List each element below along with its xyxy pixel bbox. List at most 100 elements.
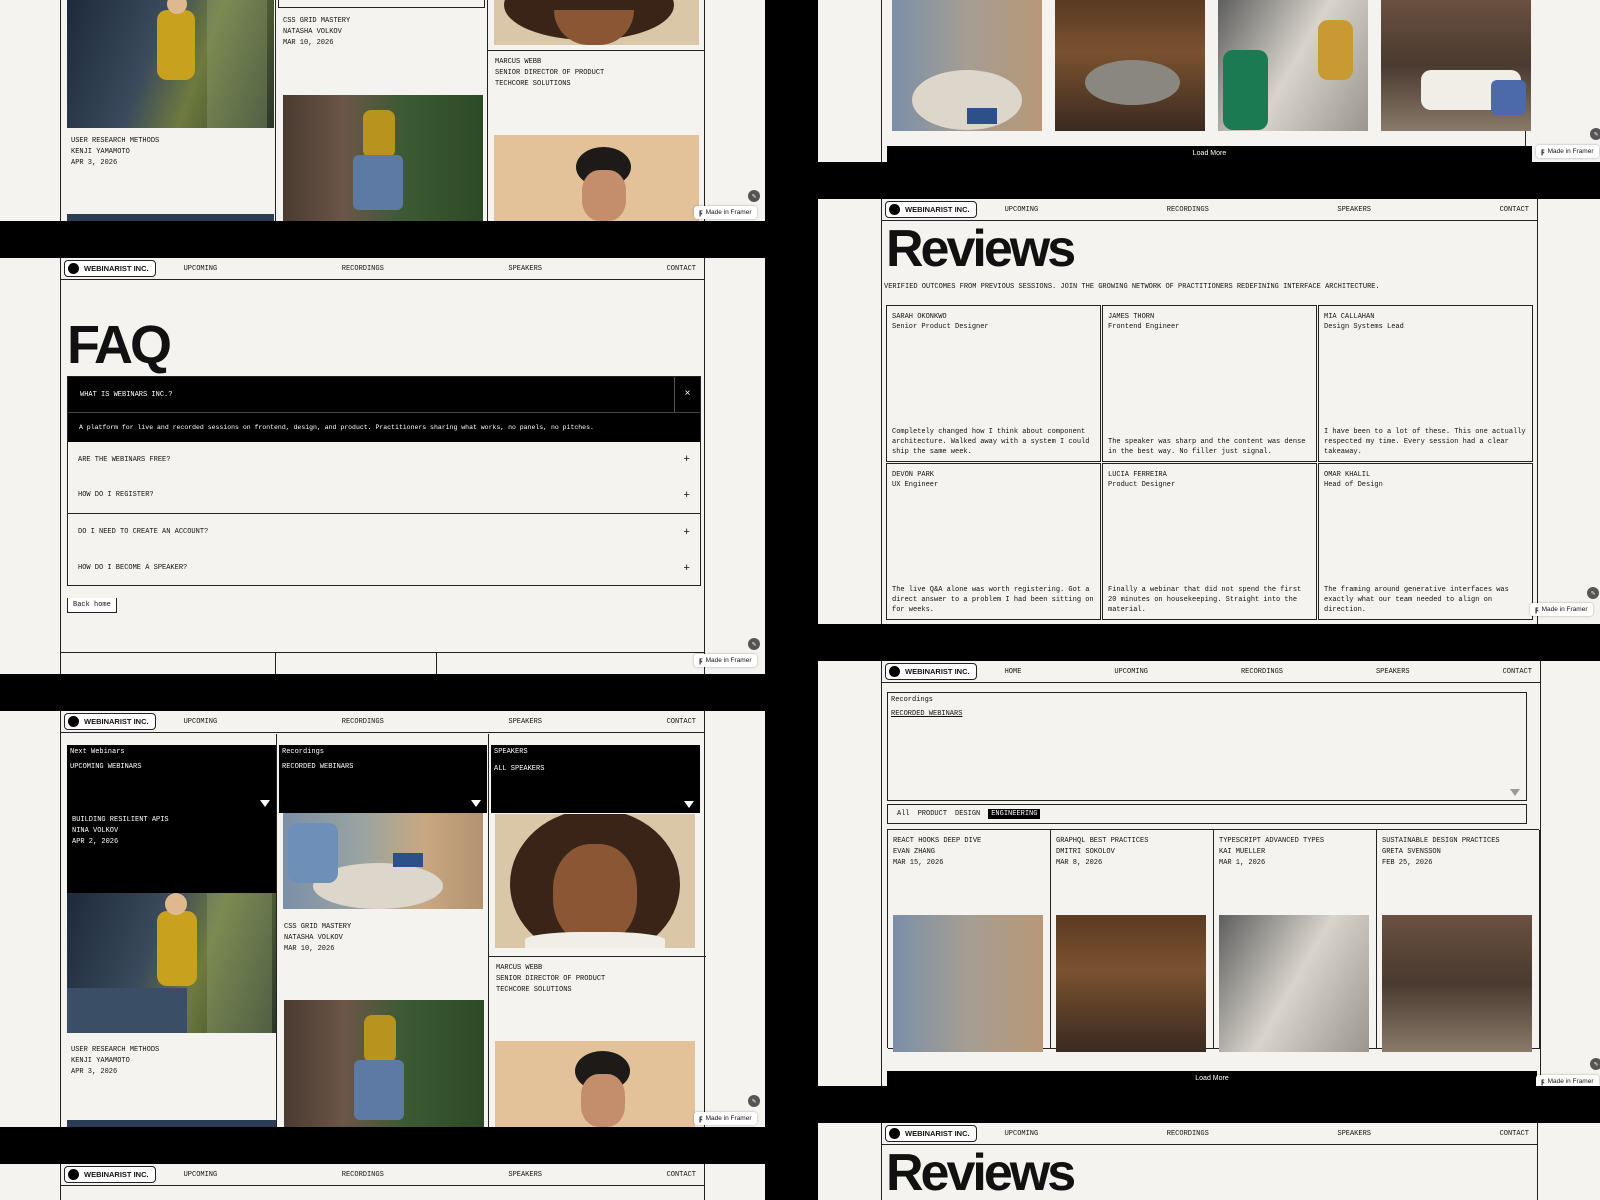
filter-design[interactable]: DESIGN [955, 810, 980, 818]
upcoming-item-2[interactable]: USER RESEARCH METHODS KENJI YAMAMOTO APR… [71, 1045, 159, 1078]
footer-divider [436, 652, 437, 674]
chevron-down-icon[interactable] [471, 800, 481, 807]
nav-contact[interactable]: CONTACT [667, 718, 696, 726]
plus-icon[interactable]: + [683, 490, 690, 502]
review-card: DEVON PARK UX Engineer The live Q&A alone … [886, 463, 1101, 620]
card-title: SUSTAINABLE DESIGN PRACTICES [1382, 837, 1500, 845]
nav-speakers[interactable]: SPEAKERS [508, 1171, 542, 1179]
nav-links: UPCOMING RECORDINGS SPEAKERS CONTACT [156, 1171, 704, 1179]
nav-recordings[interactable]: RECORDINGS [1167, 1130, 1209, 1138]
chevron-down-icon[interactable] [684, 801, 694, 808]
site-logo[interactable]: WEBINARIST INC. [64, 1166, 156, 1183]
nav-upcoming[interactable]: UPCOMING [1114, 668, 1148, 676]
recording-item[interactable]: CSS GRID MASTERY NATASHA VOLKOV MAR 10, … [283, 16, 350, 49]
site-logo[interactable]: WEBINARIST INC. [64, 260, 156, 277]
nav-speakers[interactable]: SPEAKERS [1376, 668, 1410, 676]
speaker-item[interactable]: MARCUS WEBB SENIOR DIRECTOR OF PRODUCT T… [495, 57, 604, 90]
nav-speakers[interactable]: SPEAKERS [1337, 206, 1371, 214]
logo-text: WEBINARIST INC. [84, 1170, 149, 1179]
recording-card[interactable]: GRAPHQL BEST PRACTICES DMITRI SOKOLOV MAR … [1051, 830, 1214, 1052]
card-text: SUSTAINABLE DESIGN PRACTICES GRETA SVENSS… [1382, 836, 1500, 869]
nav-contact[interactable]: CONTACT [1500, 1130, 1529, 1138]
close-icon[interactable]: × [674, 377, 700, 412]
nav-contact[interactable]: CONTACT [1500, 206, 1529, 214]
back-home-link[interactable]: Back home [67, 598, 117, 613]
nav-upcoming[interactable]: UPCOMING [184, 265, 218, 273]
made-in-framer-badge[interactable]: ϝ Made in Framer [694, 654, 757, 667]
nav-links: UPCOMING RECORDINGS SPEAKERS CONTACT [156, 718, 704, 726]
top-nav: WEBINARIST INC. UPCOMING RECORDINGS SPEA… [882, 199, 1537, 221]
chevron-down-icon[interactable] [1510, 789, 1520, 796]
recording-card[interactable]: SUSTAINABLE DESIGN PRACTICES GRETA SVENSS… [1377, 830, 1540, 1052]
recording-card[interactable]: REACT HOOKS DEEP DIVE EVAN ZHANG MAR 15, 2… [888, 830, 1051, 1052]
reviewer-name: DEVON PARK [892, 471, 935, 479]
nav-home[interactable]: HOME [1005, 668, 1022, 676]
load-more-button[interactable]: Load More [887, 1071, 1537, 1086]
made-in-framer-badge[interactable]: ϝ Made in Framer [1530, 603, 1593, 616]
recording-item[interactable]: CSS GRID MASTERY NATASHA VOLKOV MAR 10, … [284, 922, 351, 955]
recordings-header[interactable]: Recordings RECORDED WEBINARS [279, 745, 487, 813]
upcoming-item-1[interactable]: BUILDING RESILIENT APIS NINA VOLKOV APR … [72, 815, 169, 848]
screenshot-home-top: USER RESEARCH METHODS KENJI YAMAMOTO APR… [0, 0, 765, 221]
edit-icon[interactable]: ✎ [748, 638, 760, 650]
reviewer-name: OMAR KHALIL [1324, 471, 1371, 479]
site-logo[interactable]: WEBINARIST INC. [885, 1125, 977, 1142]
nav-upcoming[interactable]: UPCOMING [1005, 206, 1039, 214]
speakers-header[interactable]: SPEAKERS ALL SPEAKERS [491, 745, 700, 813]
site-logo[interactable]: WEBINARIST INC. [885, 201, 977, 218]
page-title: Reviews [886, 220, 1076, 278]
load-more-button[interactable]: Load More [887, 146, 1532, 162]
filter-engineering[interactable]: ENGINEERING [988, 809, 1041, 819]
reviewer-name: LUCIA FERREIRA [1108, 471, 1167, 479]
nav-recordings[interactable]: RECORDINGS [342, 1171, 384, 1179]
site-logo[interactable]: WEBINARIST INC. [885, 663, 977, 680]
nav-speakers[interactable]: SPEAKERS [508, 718, 542, 726]
faq-item[interactable]: ARE THE WEBINARS FREE? HOW DO I REGISTER… [68, 442, 700, 514]
nav-recordings[interactable]: RECORDINGS [1167, 206, 1209, 214]
site-logo[interactable]: WEBINARIST INC. [64, 713, 156, 730]
made-in-framer-badge[interactable]: ϝ Made in Framer [694, 206, 757, 219]
nav-upcoming[interactable]: UPCOMING [184, 1171, 218, 1179]
page-frame: WEBINARIST INC. UPCOMING RECORDINGS SPEA… [60, 711, 706, 1127]
nav-recordings[interactable]: RECORDINGS [342, 265, 384, 273]
made-in-framer-badge[interactable]: ϝ Made in Framer [1536, 1075, 1599, 1086]
recording-card[interactable]: TYPESCRIPT ADVANCED TYPES KAI MUELLER MAR … [1214, 830, 1377, 1052]
edit-icon[interactable]: ✎ [1590, 1058, 1600, 1070]
plus-icon[interactable]: + [683, 454, 690, 466]
logo-text: WEBINARIST INC. [905, 205, 970, 214]
page-frame: WEBINARIST INC. HOME UPCOMING RECORDINGS… [881, 661, 1541, 1086]
nav-recordings[interactable]: RECORDINGS [342, 718, 384, 726]
nav-upcoming[interactable]: UPCOMING [1005, 1130, 1039, 1138]
nav-contact[interactable]: CONTACT [1503, 668, 1532, 676]
nav-upcoming[interactable]: UPCOMING [184, 718, 218, 726]
speaker-name: MARCUS WEBB [496, 964, 543, 972]
photo-next [67, 1120, 276, 1127]
speaker-item[interactable]: MARCUS WEBB SENIOR DIRECTOR OF PRODUCT T… [496, 963, 605, 996]
filter-product[interactable]: PRODUCT [918, 810, 947, 818]
made-in-framer-badge[interactable]: ϝ Made in Framer [1536, 145, 1599, 158]
speaker-company: TECHCORE SOLUTIONS [495, 80, 571, 88]
card-speaker: KAI MUELLER [1219, 848, 1266, 856]
edit-icon[interactable]: ✎ [1587, 587, 1599, 599]
filter-all[interactable]: All [897, 810, 910, 818]
faq-item[interactable]: DO I NEED TO CREATE AN ACCOUNT? HOW DO I… [68, 514, 700, 586]
chevron-down-icon[interactable] [260, 800, 270, 807]
made-in-framer-label: Made in Framer [1547, 148, 1594, 155]
page-frame: WEBINARIST INC. UPCOMING RECORDINGS SPEA… [881, 199, 1538, 624]
nav-contact[interactable]: CONTACT [667, 1171, 696, 1179]
nav-recordings[interactable]: RECORDINGS [1241, 668, 1283, 676]
upcoming-item-2[interactable]: USER RESEARCH METHODS KENJI YAMAMOTO APR… [71, 136, 159, 169]
screenshot-reviews-top: WEBINARIST INC. UPCOMING RECORDINGS SPEA… [818, 1123, 1600, 1200]
edit-icon[interactable]: ✎ [748, 1095, 760, 1107]
made-in-framer-badge[interactable]: ϝ Made in Framer [694, 1112, 757, 1125]
faq-question-text: HOW DO I BECOME A SPEAKER? [78, 564, 188, 572]
upcoming-header[interactable]: Next Webinars UPCOMING WEBINARS BUILDING… [67, 745, 276, 893]
edit-icon[interactable]: ✎ [748, 190, 760, 202]
nav-speakers[interactable]: SPEAKERS [508, 265, 542, 273]
plus-icon[interactable]: + [683, 527, 690, 539]
edit-icon[interactable]: ✎ [1590, 128, 1600, 140]
plus-icon[interactable]: + [683, 563, 690, 575]
nav-speakers[interactable]: SPEAKERS [1337, 1130, 1371, 1138]
faq-open-question[interactable]: WHAT IS WEBINARS INC.? × [68, 377, 700, 412]
nav-contact[interactable]: CONTACT [667, 265, 696, 273]
